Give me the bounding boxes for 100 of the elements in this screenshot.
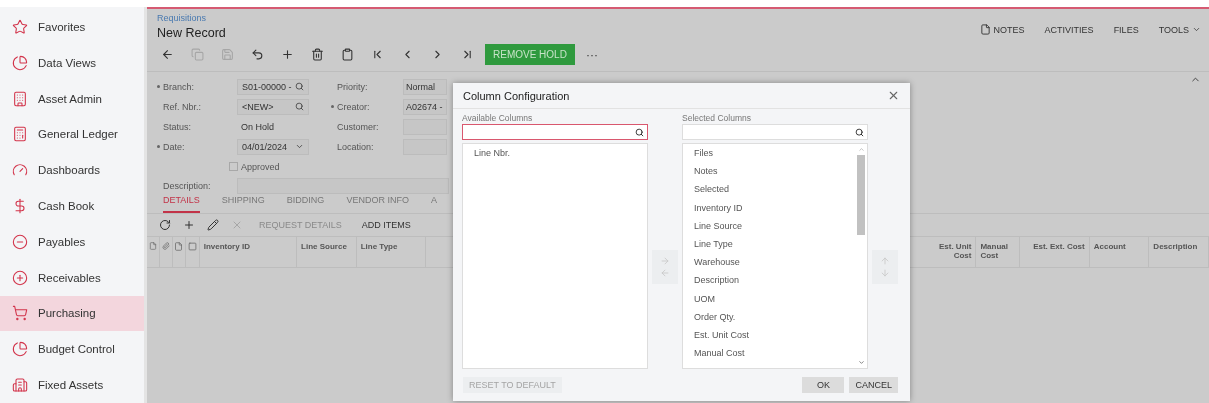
- field-label: Date:: [157, 141, 237, 152]
- plus-icon: [281, 48, 294, 61]
- list-item[interactable]: Line Nbr.: [474, 148, 647, 167]
- cancel-button[interactable]: CANCEL: [849, 377, 898, 393]
- pie-chart-icon: [12, 54, 28, 71]
- input-field[interactable]: Normal: [403, 78, 447, 95]
- header-link[interactable]: ACTIVITIES: [1044, 19, 1094, 40]
- note-icon: [174, 242, 184, 251]
- list-item[interactable]: Notes: [694, 166, 855, 185]
- column-header[interactable]: Line Source: [297, 237, 357, 267]
- sidebar-item[interactable]: Favorites: [0, 9, 144, 45]
- column-header[interactable]: Est. Unit Cost: [922, 237, 977, 267]
- trash-icon: [311, 48, 324, 61]
- field-label: Creator:: [331, 101, 403, 112]
- list-item[interactable]: Warehouse: [694, 257, 855, 276]
- field-label: Location:: [336, 141, 375, 152]
- pencil-icon: [207, 219, 219, 231]
- attachment-icon: [161, 242, 170, 250]
- sidebar-item[interactable]: Purchasing: [0, 295, 144, 332]
- column-header[interactable]: Account: [1089, 237, 1150, 267]
- field-label: Branch:: [157, 81, 237, 92]
- grid-tool-button[interactable]: [183, 219, 195, 231]
- list-item[interactable]: Inventory ID: [694, 202, 855, 221]
- plus-circle-icon: [12, 269, 28, 286]
- list-item[interactable]: Order Qty.: [694, 311, 855, 330]
- list-item[interactable]: Selected: [694, 184, 855, 203]
- field-label: Priority:: [336, 81, 369, 92]
- required-mark: [331, 105, 334, 108]
- header-link[interactable]: FILES: [1113, 19, 1139, 40]
- more-button[interactable]: ···: [585, 47, 598, 62]
- sidebar-item[interactable]: General Ledger: [0, 116, 144, 153]
- input-field[interactable]: A02674 -: [403, 98, 447, 115]
- column-header[interactable]: Manual Cost: [976, 237, 1021, 267]
- list-item[interactable]: Files: [694, 148, 855, 167]
- header-link[interactable]: TOOLS: [1158, 19, 1201, 40]
- field-label: Ref. Nbr.:: [162, 101, 202, 112]
- search-icon: [295, 102, 304, 111]
- status-value: On Hold: [240, 121, 275, 132]
- sidebar-item[interactable]: Receivables: [0, 259, 144, 296]
- list-item[interactable]: UOM: [694, 293, 855, 312]
- page-title: New Record: [157, 26, 226, 40]
- sidebar-item[interactable]: Dashboards: [0, 152, 144, 189]
- document-icon: [979, 24, 991, 35]
- minus-circle-icon: [12, 233, 28, 250]
- sidebar-item[interactable]: Budget Control: [0, 331, 144, 368]
- list-item[interactable]: Description: [694, 275, 855, 294]
- dialog-title: Column Configuration: [463, 89, 570, 102]
- list-item[interactable]: Line Type: [694, 238, 855, 258]
- close-icon[interactable]: [887, 89, 900, 102]
- caret-icon: [1192, 25, 1201, 34]
- pie-chart-icon: [12, 341, 28, 358]
- grid-action-button[interactable]: ADD ITEMS: [357, 220, 415, 230]
- header-link[interactable]: NOTES: [979, 19, 1025, 40]
- caret-icon: [295, 142, 304, 151]
- column-header[interactable]: Line Type: [356, 237, 427, 267]
- grid-tool-button[interactable]: [207, 219, 219, 231]
- column-header[interactable]: Est. Ext. Cost: [1020, 237, 1090, 267]
- list-label: Selected Columns: [682, 113, 752, 124]
- sidebar-item[interactable]: Data Views: [0, 44, 144, 81]
- undo-icon: [251, 48, 264, 61]
- column-header[interactable]: Inventory ID: [199, 237, 298, 267]
- field-label: Description:: [162, 181, 212, 191]
- dollar-icon: [12, 197, 28, 214]
- checkbox-icon: [187, 242, 197, 251]
- sidebar-item[interactable]: Fixed Assets: [0, 367, 144, 403]
- clipboard-icon: [341, 48, 354, 61]
- last-icon: [461, 48, 474, 61]
- list-item[interactable]: Line Source: [694, 220, 855, 239]
- required-mark: [157, 85, 160, 88]
- sidebar-item[interactable]: Asset Admin: [0, 80, 144, 117]
- plus-icon: [183, 219, 195, 231]
- field-label: Customer:: [336, 121, 380, 132]
- search-field[interactable]: [462, 124, 648, 140]
- sidebar-item[interactable]: Cash Book: [0, 188, 144, 224]
- back-icon: [161, 48, 174, 61]
- cart-icon: [12, 305, 28, 322]
- search-icon: [855, 127, 864, 137]
- first-icon: [371, 48, 384, 61]
- list-label: Available Columns: [462, 113, 534, 124]
- close-icon: [231, 219, 243, 231]
- search-icon: [295, 82, 304, 91]
- copy-icon: [191, 48, 204, 61]
- list-item[interactable]: Manual Cost: [694, 348, 855, 367]
- building-icon: [12, 377, 28, 394]
- list-item[interactable]: Est. Unit Cost: [694, 329, 855, 349]
- building-icon: [12, 90, 28, 107]
- column-header[interactable]: Description: [1149, 237, 1209, 267]
- grid-tool-button[interactable]: [159, 219, 171, 231]
- input-field[interactable]: S01-00000 -: [237, 78, 309, 95]
- input-field[interactable]: <NEW>: [237, 98, 309, 115]
- field-label: Status:: [162, 121, 192, 132]
- scroll-thumb[interactable]: [857, 155, 865, 235]
- sidebar-item[interactable]: Payables: [0, 223, 144, 260]
- approved-checkbox[interactable]: Approved: [229, 161, 280, 172]
- ok-button[interactable]: OK: [802, 377, 845, 393]
- file-icon: [148, 242, 157, 250]
- refresh-icon: [159, 219, 171, 231]
- scroll-down-icon[interactable]: [857, 359, 865, 366]
- star-icon: [12, 18, 28, 35]
- input-field[interactable]: 04/01/2024: [237, 138, 309, 155]
